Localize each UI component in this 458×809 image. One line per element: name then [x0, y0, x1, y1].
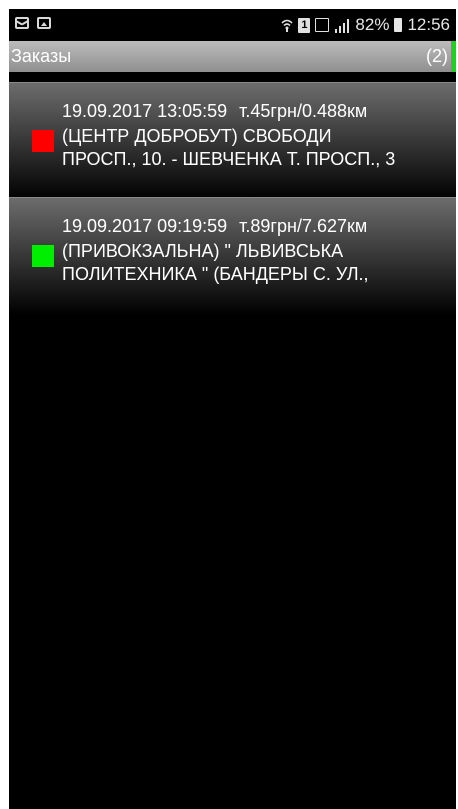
- order-item[interactable]: 19.09.2017 13:05:59 т.45грн/0.488км (ЦЕНТ…: [9, 82, 456, 200]
- battery-icon: [394, 18, 403, 32]
- title-accent-bar: [451, 41, 456, 72]
- signal-icon: [334, 18, 350, 33]
- page-title: Заказы: [11, 46, 72, 66]
- order-price-distance: т.45грн/0.488км: [239, 101, 368, 121]
- order-item[interactable]: 19.09.2017 09:19:59 т.89грн/7.627км (ПРИВ…: [9, 197, 456, 315]
- battery-percent: 82%: [355, 15, 390, 34]
- order-address-line: (ПРИВОКЗАЛЬНА) " ЛЬВИВСЬКА: [62, 241, 344, 261]
- mail-icon: [15, 17, 29, 29]
- order-datetime: 19.09.2017 09:19:59: [62, 216, 228, 236]
- phone-screen: 1 82% 12:56 Заказы (2) 19.09.2017 13:05:…: [9, 9, 456, 809]
- system-icons: 1 82% 12:56: [281, 15, 450, 35]
- order-address: (ПРИВОКЗАЛЬНА) " ЛЬВИВСЬКА ПОЛИТЕХНИКА "…: [62, 240, 447, 286]
- order-header: 19.09.2017 13:05:59 т.45грн/0.488км: [62, 101, 367, 122]
- sim-icon: 1: [298, 17, 311, 33]
- order-status-indicator: [32, 245, 54, 267]
- order-header: 19.09.2017 09:19:59 т.89грн/7.627км: [62, 216, 367, 237]
- network-icon: [315, 18, 330, 32]
- order-count: (2): [426, 46, 448, 66]
- title-bar: Заказы (2): [9, 41, 456, 72]
- clock: 12:56: [407, 15, 450, 34]
- wifi-icon: [281, 18, 293, 32]
- order-address-line: ПОЛИТЕХНИКА " (БАНДЕРЫ С. УЛ.,: [62, 264, 369, 284]
- status-bar: 1 82% 12:56: [9, 9, 456, 41]
- gallery-icon: [37, 17, 51, 29]
- order-address-line: ПРОСП., 10. - ШЕВЧЕНКА Т. ПРОСП., 3: [62, 149, 396, 169]
- notification-icons: [15, 17, 51, 29]
- order-status-indicator: [32, 130, 54, 152]
- order-price-distance: т.89грн/7.627км: [239, 216, 368, 236]
- order-datetime: 19.09.2017 13:05:59: [62, 101, 228, 121]
- order-address-line: (ЦЕНТР ДОБРОБУТ) СВОБОДИ: [62, 126, 332, 146]
- order-address: (ЦЕНТР ДОБРОБУТ) СВОБОДИ ПРОСП., 10. - Ш…: [62, 125, 447, 171]
